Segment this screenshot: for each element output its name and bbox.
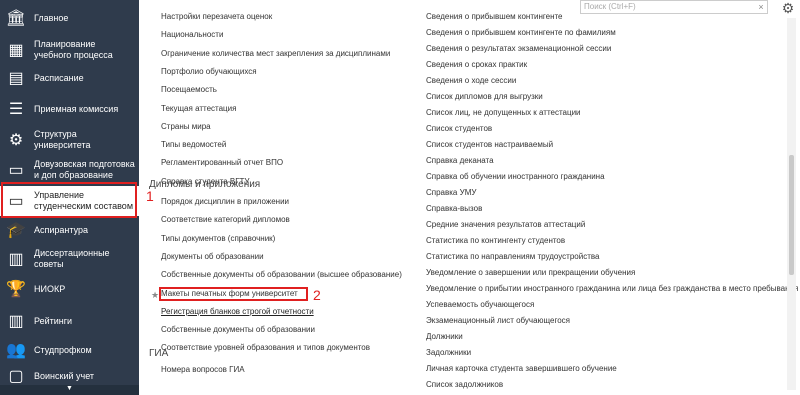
gear-icon[interactable]: ⚙	[776, 0, 800, 18]
graduation-cap-icon: 🎓	[6, 221, 26, 239]
sidebar-item[interactable]: 🏛 Главное	[0, 5, 139, 31]
sidebar-item[interactable]: ▥ Рейтинги	[0, 309, 139, 333]
menu-link[interactable]: Страны мира	[161, 122, 211, 131]
sidebar-item[interactable]: ⚙ Структура университета	[0, 128, 139, 152]
menu-link[interactable]: Справка-вызов	[426, 204, 482, 213]
book-icon: ▥	[8, 250, 24, 268]
people-icon: 👥	[6, 341, 26, 359]
menu-link[interactable]: Справка об обучении иностранного граждан…	[426, 172, 605, 181]
sidebar-item-label: Планирование учебного процесса	[34, 39, 113, 60]
menu-link[interactable]: Экзаменационный лист обучающегося	[426, 316, 570, 325]
menu-link[interactable]: Личная карточка студента завершившего об…	[426, 364, 617, 373]
sidebar-item-label: Довузовская подготовка и доп образование	[34, 159, 135, 180]
sidebar-item-label: Расписание	[34, 72, 84, 83]
trophy-icon: 🏆	[6, 280, 26, 298]
menu-link[interactable]: Регистрация бланков строгой отчетности	[161, 307, 314, 316]
menu-link[interactable]: Типы ведомостей	[161, 140, 226, 149]
menu-link[interactable]: Средние значения результатов аттестаций	[426, 220, 585, 229]
menu-link[interactable]: Список студентов	[426, 124, 492, 133]
military-icon: ▢	[8, 367, 24, 385]
highlight-box-1	[1, 182, 137, 218]
menu-link[interactable]: Национальности	[161, 30, 223, 39]
menu-link[interactable]: Справка УМУ	[426, 188, 476, 197]
annotation-label-1: 1	[146, 188, 154, 204]
menu-link[interactable]: Уведомление о завершении или прекращении…	[426, 268, 635, 277]
sidebar-item-label: Аспирантура	[34, 224, 89, 235]
menu-link[interactable]: Посещаемость	[161, 85, 217, 94]
menu-link[interactable]: Справка деканата	[426, 156, 494, 165]
scrollbar-thumb[interactable]	[789, 155, 794, 275]
highlight-box-2	[159, 287, 308, 301]
menu-link[interactable]: Ограничение количества мест закрепления …	[161, 49, 390, 58]
sidebar-item[interactable]: ☰ Приемная комиссия	[0, 97, 139, 121]
search-input[interactable]: Поиск (Ctrl+F)	[580, 0, 768, 14]
menu-link[interactable]: Список лиц, не допущенных к аттестации	[426, 108, 581, 117]
menu-link[interactable]: Список задолжников	[426, 380, 503, 389]
menu-link[interactable]: Текущая аттестация	[161, 104, 236, 113]
menu-link[interactable]: Статистика по контингенту студентов	[426, 236, 565, 245]
menu-link[interactable]: Сведения о прибывшем контингенте по фами…	[426, 28, 616, 37]
sidebar-item[interactable]: ▢ Воинский учет	[0, 366, 139, 386]
schedule-icon: ▤	[8, 69, 24, 87]
annotation-label-2: 2	[313, 287, 321, 303]
menu-link[interactable]: Соответствие уровней образования и типов…	[161, 343, 370, 352]
clear-search-icon[interactable]: ×	[755, 1, 767, 13]
sidebar-item[interactable]: ▤ Расписание	[0, 66, 139, 90]
menu-link[interactable]: Собственные документы об образовании	[161, 325, 315, 334]
sidebar-item[interactable]: 👥 Студпрофком	[0, 338, 139, 362]
monitor-icon: ▭	[8, 161, 24, 179]
menu-link[interactable]: Номера вопросов ГИА	[161, 365, 245, 374]
sidebar-item[interactable]: ▭ Довузовская подготовка и доп образовани…	[0, 157, 139, 183]
menu-link[interactable]: Успеваемость обучающегося	[426, 300, 534, 309]
menu-link[interactable]: Типы документов (справочник)	[161, 234, 275, 243]
list-icon: ☰	[8, 100, 24, 118]
bank-icon: 🏛	[5, 9, 27, 27]
sidebar-item-label: Главное	[34, 12, 69, 23]
menu-link[interactable]: Статистика по направлениям трудоустройст…	[426, 252, 599, 261]
menu-link[interactable]: Документы об образовании	[161, 252, 264, 261]
menu-link[interactable]: Задолжники	[426, 348, 471, 357]
menu-link[interactable]: Сведения о результатах экзаменационной с…	[426, 44, 611, 53]
menu-link[interactable]: Собственные документы об образовании (вы…	[161, 270, 402, 279]
section-gia-title: ГИА	[149, 348, 169, 359]
menu-link[interactable]: Список студентов настраиваемый	[426, 140, 553, 149]
sidebar-item[interactable]: ▥ Диссертационные советы	[0, 247, 139, 271]
menu-link[interactable]: Регламентированный отчет ВПО	[161, 158, 283, 167]
bar-chart-icon: ▥	[8, 312, 24, 330]
sidebar-item-label: Приемная комиссия	[34, 103, 119, 114]
structure-icon: ⚙	[8, 131, 24, 149]
sidebar-item[interactable]: 🏆 НИОКР	[0, 277, 139, 301]
menu-link[interactable]: Настройки перезачета оценок	[161, 12, 272, 21]
sidebar-item-label: Структура университета	[34, 129, 91, 150]
menu-link[interactable]: Сведения о ходе сессии	[426, 76, 516, 85]
menu-link[interactable]: Уведомление о прибытии иностранного граж…	[426, 284, 798, 293]
calendar-icon: ▦	[8, 41, 24, 59]
menu-link[interactable]: Список дипломов для выгрузки	[426, 92, 543, 101]
star-icon[interactable]: ★	[151, 290, 159, 301]
menu-link[interactable]: Портфолио обучающихся	[161, 67, 257, 76]
sidebar-item-label: Рейтинги	[34, 315, 73, 326]
sidebar-item-label: Воинский учет	[34, 370, 95, 381]
menu-link[interactable]: Сведения о прибывшем контингенте	[426, 12, 563, 21]
menu-link[interactable]: Соответствие категорий дипломов	[161, 215, 290, 224]
sidebar-item-label: Студпрофком	[34, 344, 92, 355]
menu-link[interactable]: Порядок дисциплин в приложении	[161, 197, 289, 206]
section-diplomas-title: Дипломы и приложения	[149, 179, 261, 190]
sidebar-item[interactable]: ▦ Планирование учебного процесса	[0, 36, 139, 64]
sidebar-scroll-down[interactable]: ▼	[0, 385, 139, 395]
sidebar-item-label: НИОКР	[34, 283, 66, 294]
menu-link[interactable]: Сведения о сроках практик	[426, 60, 527, 69]
sidebar-item[interactable]: 🎓 Аспирантура	[0, 218, 139, 242]
menu-link[interactable]: Должники	[426, 332, 463, 341]
sidebar-item-label: Диссертационные советы	[34, 248, 110, 269]
